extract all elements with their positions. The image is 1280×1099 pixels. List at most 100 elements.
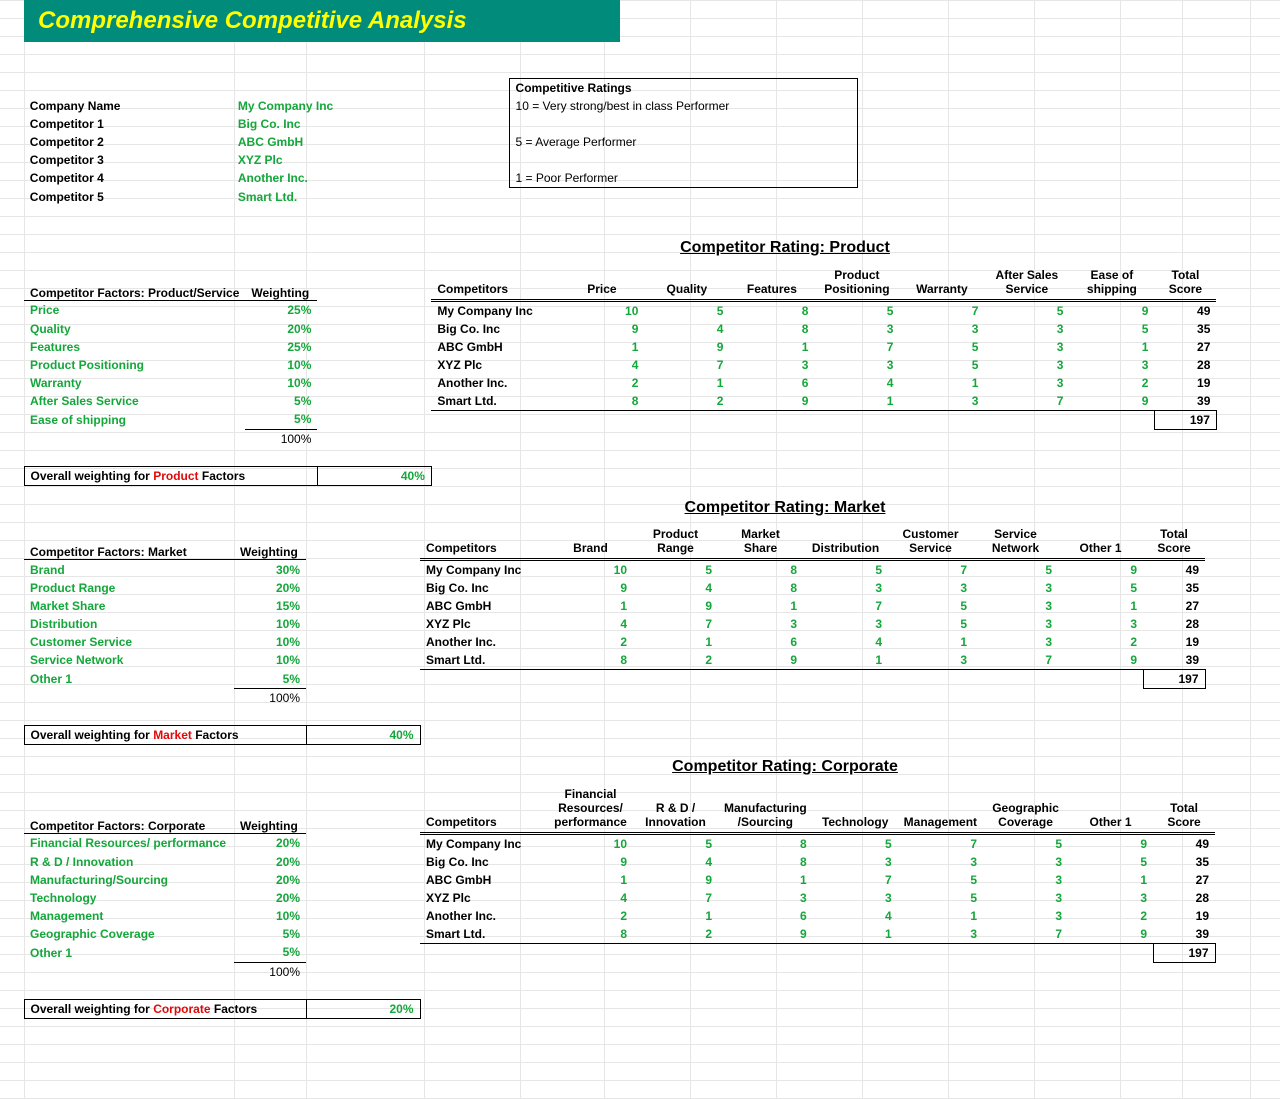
rating-cell[interactable]: 3 xyxy=(1068,889,1153,907)
factor-name[interactable]: Customer Service xyxy=(24,633,234,651)
factor-weight[interactable]: 5% xyxy=(245,392,317,411)
rating-cell[interactable]: 5 xyxy=(644,300,729,320)
rating-cell[interactable]: 7 xyxy=(813,871,898,889)
company-name[interactable]: Smart Ltd. xyxy=(232,188,391,207)
rating-cell[interactable]: 7 xyxy=(973,651,1058,670)
rating-cell[interactable]: 3 xyxy=(814,356,899,374)
factor-name[interactable]: Ease of shipping xyxy=(24,410,245,429)
factor-name[interactable]: Market Share xyxy=(24,597,234,615)
factor-name[interactable]: Geographic Coverage xyxy=(24,925,234,944)
rating-cell[interactable]: 9 xyxy=(559,320,644,338)
factor-name[interactable]: Other 1 xyxy=(24,670,234,689)
rating-cell[interactable]: 1 xyxy=(548,597,633,615)
factor-weight[interactable]: 5% xyxy=(234,943,306,962)
rating-cell[interactable]: 2 xyxy=(548,633,633,651)
rating-cell[interactable]: 3 xyxy=(973,597,1058,615)
rating-cell[interactable]: 3 xyxy=(973,633,1058,651)
rating-cell[interactable]: 3 xyxy=(983,871,1068,889)
factor-name[interactable]: Quality xyxy=(24,320,245,338)
factor-name[interactable]: Other 1 xyxy=(24,943,234,962)
rating-cell[interactable]: 3 xyxy=(898,925,983,944)
rating-cell[interactable]: 2 xyxy=(548,907,633,925)
rating-cell[interactable]: 7 xyxy=(633,889,718,907)
rating-cell[interactable]: 1 xyxy=(718,871,813,889)
rating-cell[interactable]: 5 xyxy=(898,889,983,907)
rating-cell[interactable]: 1 xyxy=(898,907,983,925)
factor-name[interactable]: Service Network xyxy=(24,651,234,670)
factor-weight[interactable]: 10% xyxy=(234,651,306,670)
rating-cell[interactable]: 8 xyxy=(718,579,803,597)
rating-cell[interactable]: 3 xyxy=(718,889,813,907)
rating-cell[interactable]: 7 xyxy=(633,615,718,633)
rating-cell[interactable]: 3 xyxy=(973,615,1058,633)
factor-weight[interactable]: 15% xyxy=(234,597,306,615)
rating-cell[interactable]: 3 xyxy=(729,356,814,374)
rating-cell[interactable]: 3 xyxy=(813,889,898,907)
rating-cell[interactable]: 7 xyxy=(983,925,1068,944)
rating-cell[interactable]: 3 xyxy=(813,853,898,871)
rating-cell[interactable]: 3 xyxy=(899,320,984,338)
rating-cell[interactable]: 9 xyxy=(548,579,633,597)
factor-name[interactable]: Management xyxy=(24,907,234,925)
rating-cell[interactable]: 8 xyxy=(559,392,644,411)
factor-weight[interactable]: 20% xyxy=(234,833,306,853)
rating-cell[interactable]: 2 xyxy=(1068,907,1153,925)
rating-cell[interactable]: 7 xyxy=(803,597,888,615)
rating-cell[interactable]: 3 xyxy=(983,853,1068,871)
rating-cell[interactable]: 8 xyxy=(718,560,803,580)
factor-weight[interactable]: 10% xyxy=(245,356,317,374)
rating-cell[interactable]: 5 xyxy=(899,338,984,356)
rating-cell[interactable]: 9 xyxy=(729,392,814,411)
rating-cell[interactable]: 5 xyxy=(899,356,984,374)
rating-cell[interactable]: 3 xyxy=(973,579,1058,597)
rating-cell[interactable]: 3 xyxy=(888,651,973,670)
factor-weight[interactable]: 5% xyxy=(234,925,306,944)
rating-cell[interactable]: 3 xyxy=(984,374,1069,392)
rating-cell[interactable]: 9 xyxy=(1058,560,1143,580)
rating-cell[interactable]: 7 xyxy=(888,560,973,580)
rating-cell[interactable]: 7 xyxy=(814,338,899,356)
rating-cell[interactable]: 3 xyxy=(983,889,1068,907)
rating-cell[interactable]: 3 xyxy=(803,615,888,633)
rating-cell[interactable]: 4 xyxy=(633,579,718,597)
factor-weight[interactable]: 20% xyxy=(234,889,306,907)
rating-cell[interactable]: 1 xyxy=(559,338,644,356)
rating-cell[interactable]: 1 xyxy=(644,374,729,392)
rating-cell[interactable]: 3 xyxy=(888,579,973,597)
rating-cell[interactable]: 4 xyxy=(633,853,718,871)
rating-cell[interactable]: 1 xyxy=(888,633,973,651)
factor-weight[interactable]: 20% xyxy=(245,320,317,338)
rating-cell[interactable]: 5 xyxy=(898,871,983,889)
rating-cell[interactable]: 5 xyxy=(1068,853,1153,871)
rating-cell[interactable]: 9 xyxy=(633,871,718,889)
factor-name[interactable]: Product Range xyxy=(24,579,234,597)
rating-cell[interactable]: 3 xyxy=(718,615,803,633)
company-name[interactable]: ABC GmbH xyxy=(232,133,391,151)
factor-name[interactable]: Features xyxy=(24,338,245,356)
rating-cell[interactable]: 5 xyxy=(1069,320,1154,338)
rating-cell[interactable]: 8 xyxy=(729,320,814,338)
factor-weight[interactable]: 10% xyxy=(234,615,306,633)
rating-cell[interactable]: 1 xyxy=(718,597,803,615)
factor-weight[interactable]: 20% xyxy=(234,853,306,871)
rating-cell[interactable]: 4 xyxy=(644,320,729,338)
overall-weight-pct[interactable]: 20% xyxy=(306,999,420,1018)
factor-name[interactable]: Manufacturing/Sourcing xyxy=(24,871,234,889)
rating-cell[interactable]: 5 xyxy=(984,300,1069,320)
rating-cell[interactable]: 1 xyxy=(548,871,633,889)
rating-cell[interactable]: 1 xyxy=(814,392,899,411)
rating-cell[interactable]: 1 xyxy=(633,907,718,925)
rating-cell[interactable]: 2 xyxy=(644,392,729,411)
rating-cell[interactable]: 5 xyxy=(983,833,1068,853)
factor-weight[interactable]: 10% xyxy=(234,907,306,925)
rating-cell[interactable]: 3 xyxy=(1069,356,1154,374)
rating-cell[interactable]: 4 xyxy=(548,889,633,907)
rating-cell[interactable]: 6 xyxy=(718,633,803,651)
rating-cell[interactable]: 2 xyxy=(633,925,718,944)
rating-cell[interactable]: 9 xyxy=(1068,925,1153,944)
factor-weight[interactable]: 5% xyxy=(245,410,317,429)
rating-cell[interactable]: 8 xyxy=(729,300,814,320)
rating-cell[interactable]: 1 xyxy=(1069,338,1154,356)
rating-cell[interactable]: 9 xyxy=(1058,651,1143,670)
rating-cell[interactable]: 8 xyxy=(718,853,813,871)
